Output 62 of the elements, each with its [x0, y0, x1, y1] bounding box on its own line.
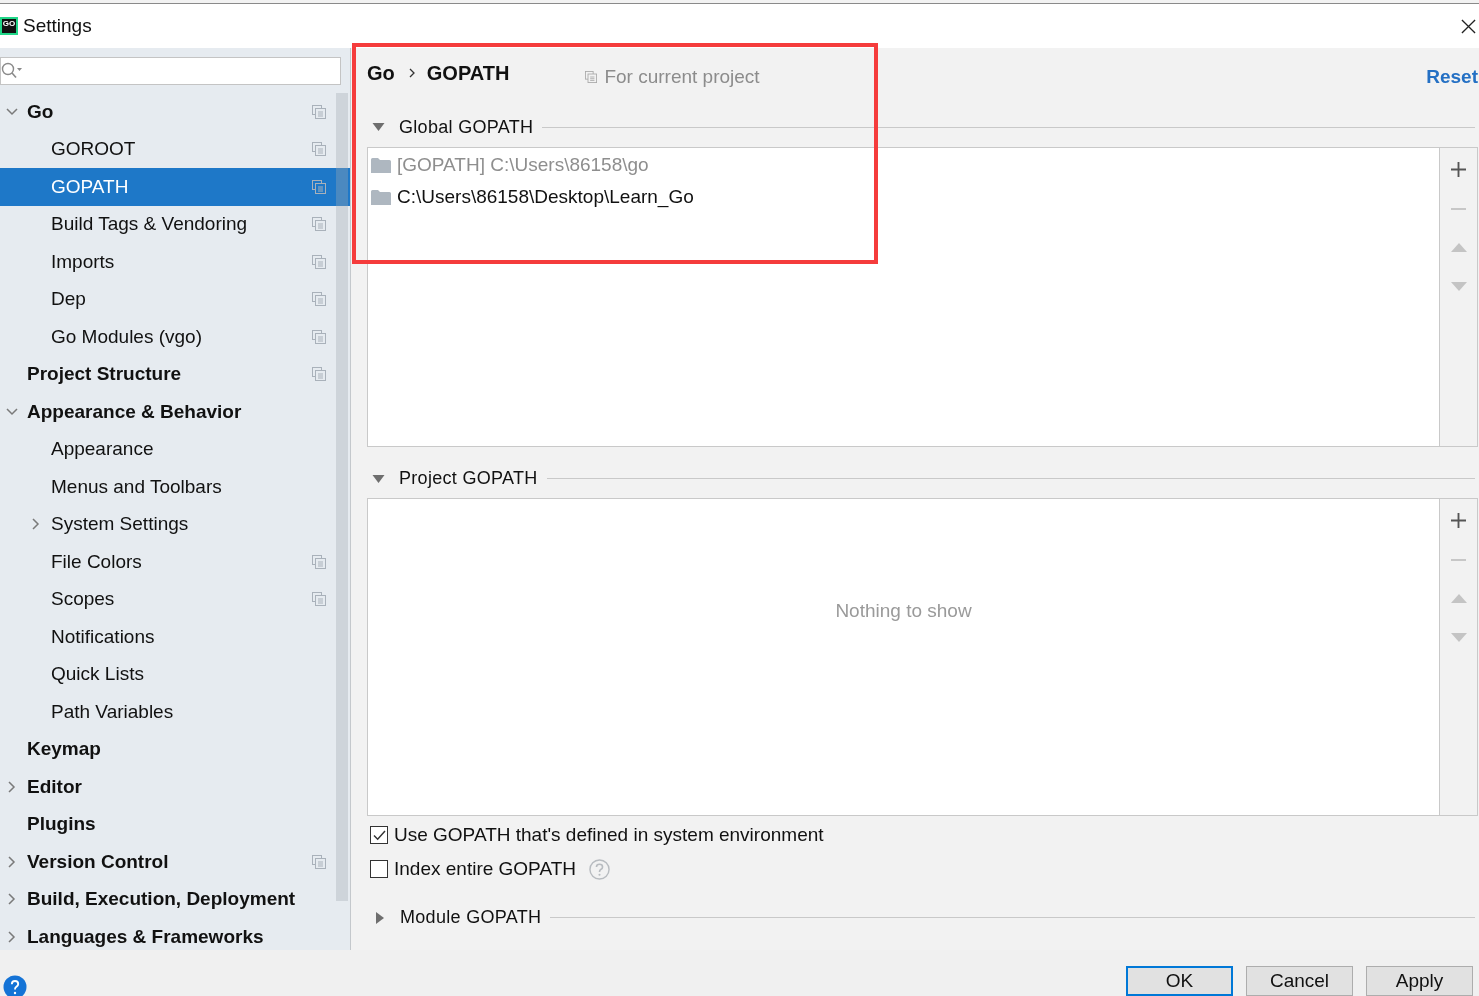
scrollbar-thumb[interactable]: [336, 93, 348, 901]
folder-icon: [371, 189, 391, 205]
add-icon[interactable]: [1451, 513, 1466, 528]
folder-icon: [371, 157, 391, 173]
close-icon[interactable]: [1461, 18, 1476, 34]
sidebar-item[interactable]: File Colors: [0, 543, 350, 581]
path-entry[interactable]: C:\Users\86158\Desktop\Learn_Go: [397, 186, 694, 208]
breadcrumb-item[interactable]: GOPATH: [426, 58, 510, 88]
section-title: Global GOPATH: [399, 116, 534, 138]
reset-link[interactable]: Reset: [1426, 62, 1478, 92]
section-title: Project GOPATH: [399, 468, 538, 489]
triangle-right-icon[interactable]: [376, 911, 384, 924]
search-icon[interactable]: [1, 62, 23, 80]
checkbox[interactable]: [370, 826, 388, 844]
sidebar-item[interactable]: System Settings: [0, 505, 350, 543]
triangle-down-icon[interactable]: [372, 123, 385, 131]
dialog-button[interactable]: Apply: [1366, 966, 1473, 996]
scope-hint: For current project: [604, 65, 760, 89]
sidebar-item[interactable]: Go Modules (vgo): [0, 318, 350, 356]
search-field[interactable]: [0, 57, 341, 85]
dialog-button[interactable]: OK: [1126, 966, 1233, 996]
chevron-right-icon[interactable]: [8, 893, 16, 906]
empty-list-text: Nothing to show: [835, 600, 972, 622]
sidebar-item[interactable]: Go: [0, 93, 350, 131]
app-logo: GO: [0, 17, 18, 35]
section-title: Module GOPATH: [400, 907, 542, 928]
sidebar-item[interactable]: Dep: [0, 280, 350, 318]
chevron-right-icon[interactable]: [8, 930, 16, 943]
sidebar-item[interactable]: Keymap: [0, 730, 350, 768]
sidebar-item[interactable]: GOPATH: [0, 168, 350, 206]
stacked-pages-icon: [585, 71, 598, 83]
sidebar-item[interactable]: Notifications: [0, 618, 350, 656]
sidebar-item[interactable]: Version Control: [0, 843, 350, 881]
sidebar-item[interactable]: Appearance & Behavior: [0, 393, 350, 431]
checkbox-label[interactable]: Use GOPATH that's defined in system environment: [394, 824, 824, 846]
triangle-down-icon[interactable]: [372, 474, 385, 483]
sidebar-item[interactable]: Quick Lists: [0, 655, 350, 693]
help-icon[interactable]: [3, 975, 27, 996]
chevron-right-icon[interactable]: [32, 518, 40, 531]
sidebar-item[interactable]: Plugins: [0, 805, 350, 843]
sidebar-item[interactable]: Path Variables: [0, 693, 350, 731]
chevron-right-icon[interactable]: [8, 780, 16, 793]
chevron-down-icon[interactable]: [6, 107, 18, 116]
sidebar-item[interactable]: GOROOT: [0, 130, 350, 168]
breadcrumb-item[interactable]: Go: [367, 58, 395, 88]
chevron-right-icon[interactable]: [8, 855, 16, 868]
sidebar-item[interactable]: Editor: [0, 768, 350, 806]
dialog-button[interactable]: Cancel: [1246, 966, 1353, 996]
sidebar-item[interactable]: Scopes: [0, 580, 350, 618]
sidebar-item[interactable]: Imports: [0, 243, 350, 281]
sidebar-item[interactable]: Menus and Toolbars: [0, 468, 350, 506]
sidebar-item[interactable]: Build, Execution, Deployment: [0, 880, 350, 918]
sidebar-item[interactable]: Project Structure: [0, 355, 350, 393]
checkbox-label[interactable]: Index entire GOPATH: [394, 858, 576, 880]
sidebar-item[interactable]: Build Tags & Vendoring: [0, 205, 350, 243]
checkbox[interactable]: [370, 860, 388, 878]
sidebar-item[interactable]: Languages & Frameworks: [0, 918, 350, 950]
add-icon[interactable]: [1451, 162, 1466, 177]
chevron-down-icon[interactable]: [6, 407, 18, 416]
window-title: Settings: [23, 15, 92, 37]
chevron-right-icon: [408, 68, 415, 78]
sidebar-item[interactable]: Appearance: [0, 430, 350, 468]
